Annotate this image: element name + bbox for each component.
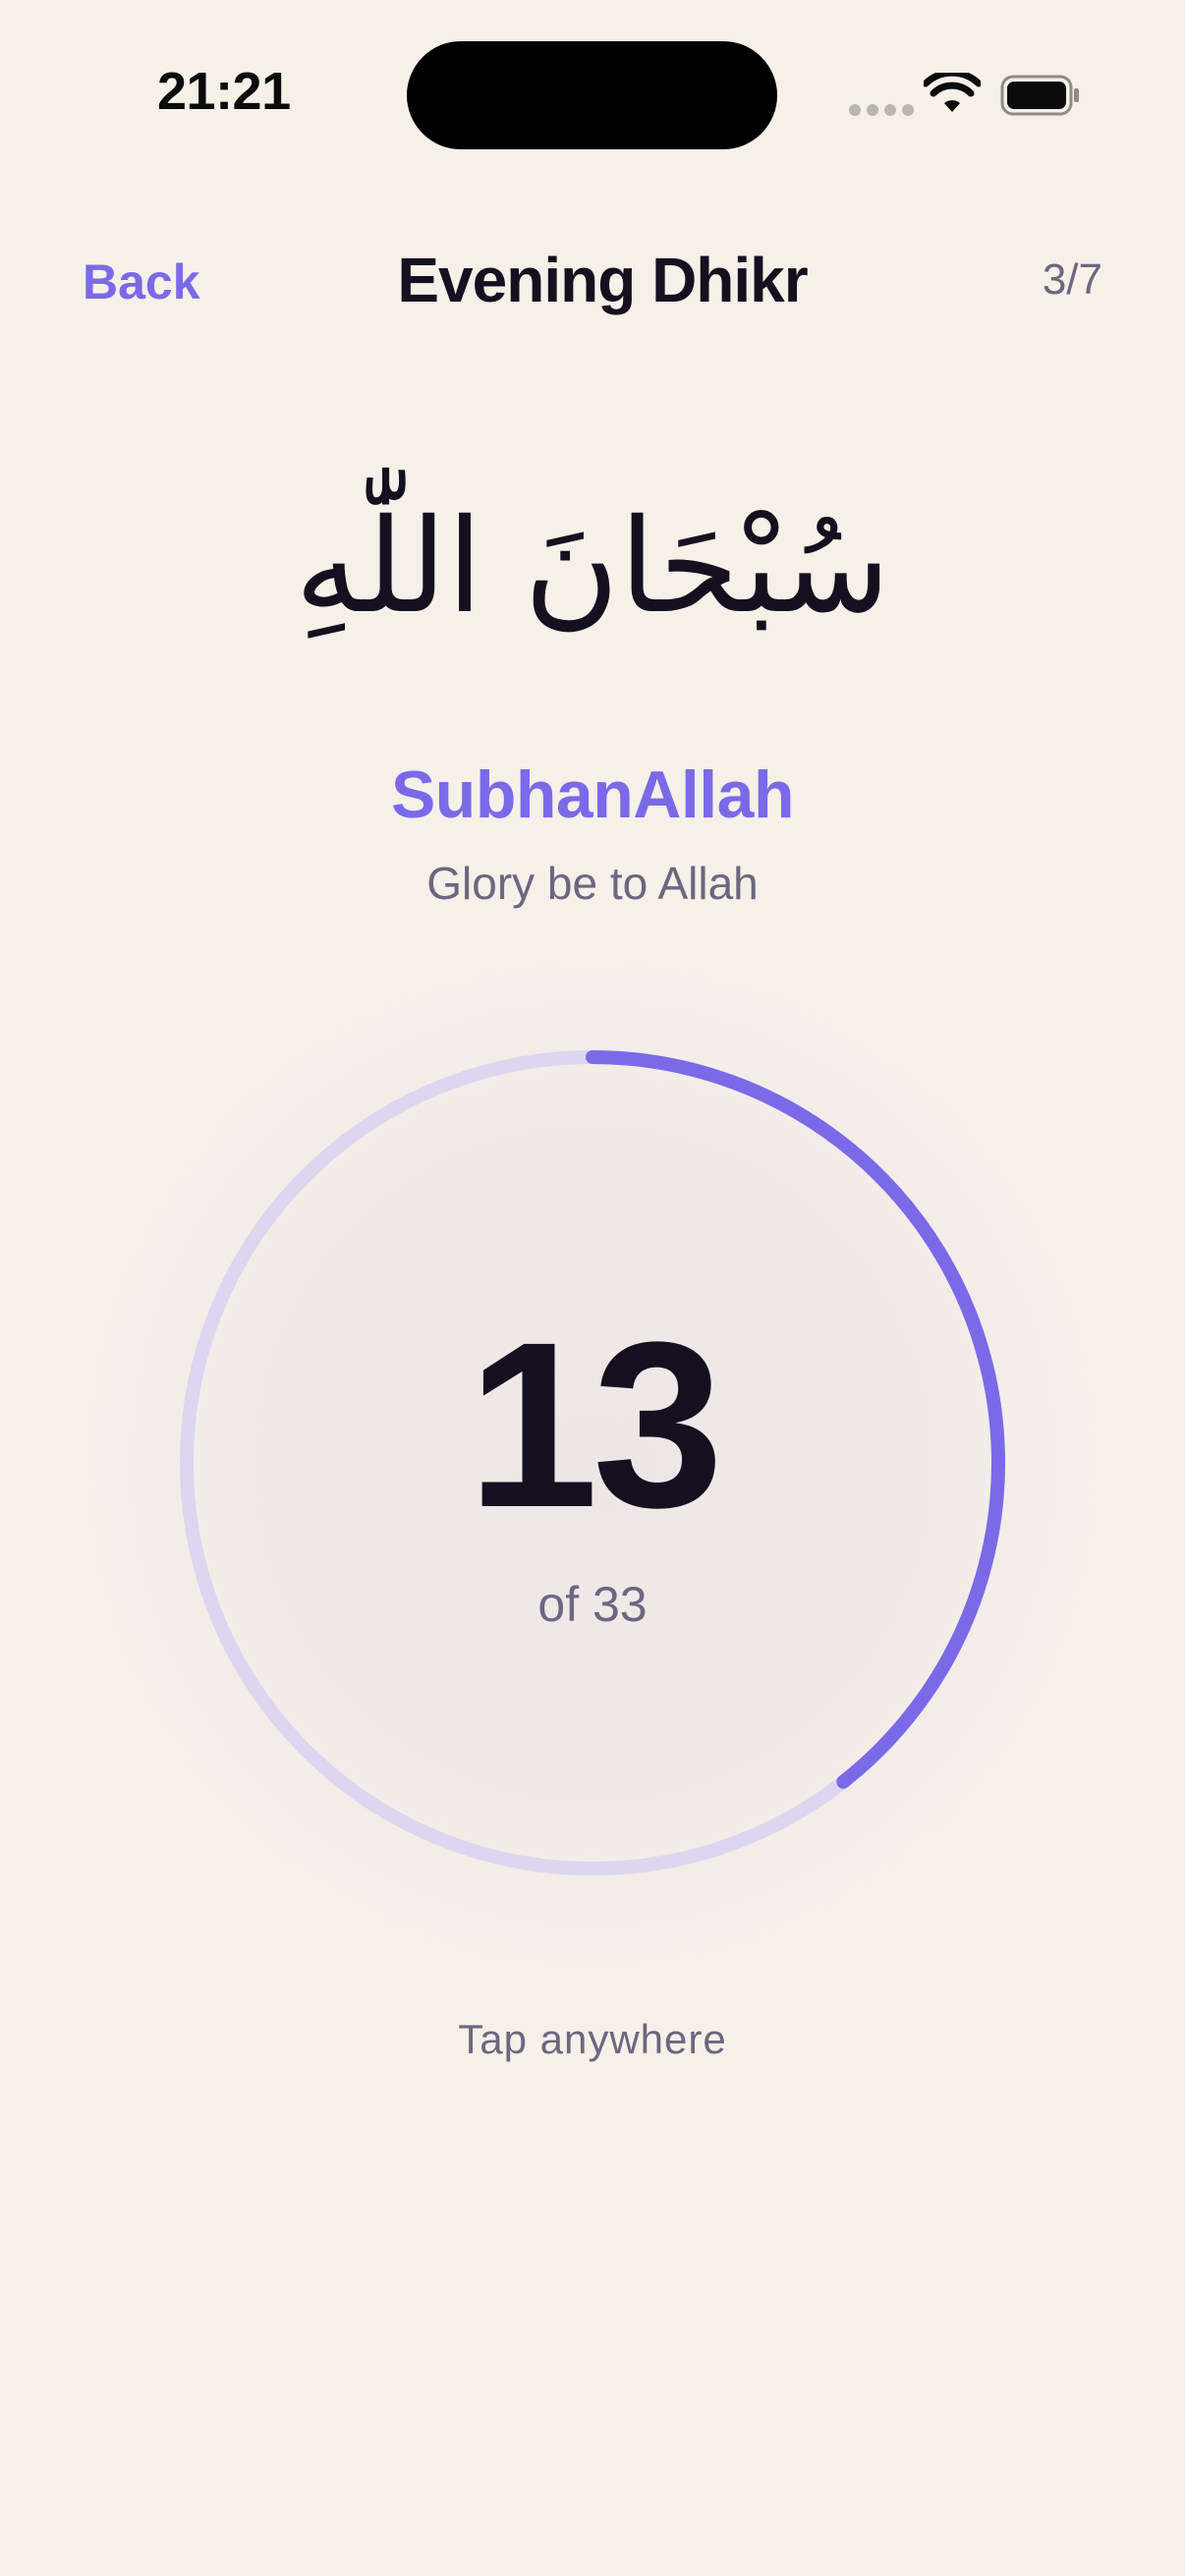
dhikr-transliteration: SubhanAllah bbox=[390, 757, 795, 832]
cellular-signal-icon bbox=[849, 104, 914, 116]
dynamic-island bbox=[407, 41, 777, 149]
status-time: 21:21 bbox=[157, 62, 291, 121]
dhikr-progress-indicator: 3/7 bbox=[1042, 255, 1102, 304]
counter-value: 13 bbox=[467, 1293, 724, 1556]
dhikr-counter-screen[interactable]: 21:21 Back Evening Dhikr 3/7 سُبْحَانَ ا… bbox=[0, 0, 1185, 2576]
battery-icon bbox=[1000, 75, 1079, 116]
counter-target: of 33 bbox=[537, 1577, 648, 1632]
tap-hint: Tap anywhere bbox=[458, 2016, 727, 2062]
page-title: Evening Dhikr bbox=[397, 245, 808, 315]
wifi-icon bbox=[924, 73, 981, 112]
arabic-dhikr-text: سُبْحَانَ اللّٰهِ bbox=[294, 491, 891, 643]
